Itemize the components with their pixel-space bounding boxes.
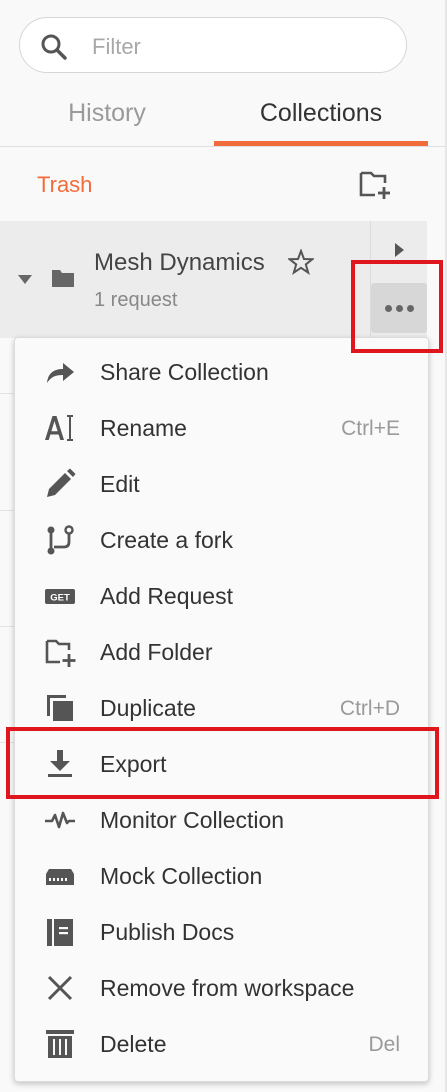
svg-text:GET: GET — [50, 593, 70, 604]
menu-item-label: Add Request — [100, 583, 233, 609]
add-folder-icon — [45, 639, 76, 667]
close-icon — [47, 975, 73, 1001]
caret-right-icon[interactable] — [395, 243, 404, 257]
fork-icon — [47, 525, 74, 555]
menu-item-add-request[interactable]: GET Add Request — [15, 568, 428, 624]
background-divider — [0, 510, 14, 511]
star-icon[interactable] — [288, 249, 314, 275]
highlight-box-export — [6, 727, 439, 799]
menu-item-label: Remove from workspace — [100, 975, 355, 1001]
trash-link[interactable]: Trash — [37, 172, 92, 198]
server-icon — [46, 869, 74, 885]
folder-icon — [52, 270, 74, 287]
menu-item-shortcut: Ctrl+D — [339, 697, 400, 720]
menu-item-label: Add Folder — [100, 639, 213, 665]
tabs-divider — [0, 146, 445, 147]
menu-item-delete[interactable]: Delete Del — [15, 1016, 428, 1072]
menu-item-label: Publish Docs — [100, 919, 235, 945]
menu-item-publish-docs[interactable]: Publish Docs — [15, 904, 428, 960]
search-icon — [41, 34, 67, 60]
collection-context-menu: Share Collection Rename Ctrl+E Edit Crea… — [14, 337, 429, 1082]
trash-icon — [46, 1030, 74, 1058]
background-divider — [0, 393, 14, 394]
background-divider — [0, 626, 14, 627]
menu-item-label: Share Collection — [100, 359, 269, 385]
menu-item-label: Rename — [100, 415, 187, 441]
get-request-icon: GET — [45, 589, 75, 604]
menu-item-rename[interactable]: Rename Ctrl+E — [15, 400, 428, 456]
menu-item-label: Monitor Collection — [100, 807, 285, 833]
menu-item-shortcut: Ctrl+E — [341, 417, 400, 440]
tab-collections[interactable]: Collections — [214, 98, 428, 146]
menu-item-label: Edit — [100, 471, 140, 497]
menu-item-add-folder[interactable]: Add Folder — [15, 624, 428, 680]
filter-input[interactable] — [90, 32, 394, 62]
rename-icon — [45, 415, 73, 441]
menu-item-mock-collection[interactable]: Mock Collection — [15, 848, 428, 904]
share-icon — [47, 363, 74, 383]
request-count: 1 request — [94, 289, 178, 311]
menu-item-remove-from-workspace[interactable]: Remove from workspace — [15, 960, 428, 1016]
filter-field[interactable] — [19, 17, 407, 73]
duplicate-icon — [47, 695, 73, 721]
collection-name: Mesh Dynamics — [94, 249, 265, 276]
menu-item-label: Create a fork — [100, 527, 233, 553]
new-collection-icon[interactable] — [358, 170, 392, 200]
menu-item-edit[interactable]: Edit — [15, 456, 428, 512]
menu-item-label: Delete — [100, 1031, 167, 1057]
caret-down-icon[interactable] — [18, 275, 32, 284]
highlight-box-more-actions — [351, 260, 443, 353]
menu-item-label: Duplicate — [100, 695, 196, 721]
pencil-icon — [47, 468, 76, 497]
menu-item-shortcut: Del — [368, 1033, 400, 1056]
pulse-icon — [45, 811, 75, 829]
menu-item-label: Mock Collection — [100, 863, 263, 889]
menu-item-create-fork[interactable]: Create a fork — [15, 512, 428, 568]
menu-item-monitor-collection[interactable]: Monitor Collection — [15, 792, 428, 848]
docs-icon — [47, 919, 73, 946]
tab-history[interactable]: History — [0, 98, 214, 146]
